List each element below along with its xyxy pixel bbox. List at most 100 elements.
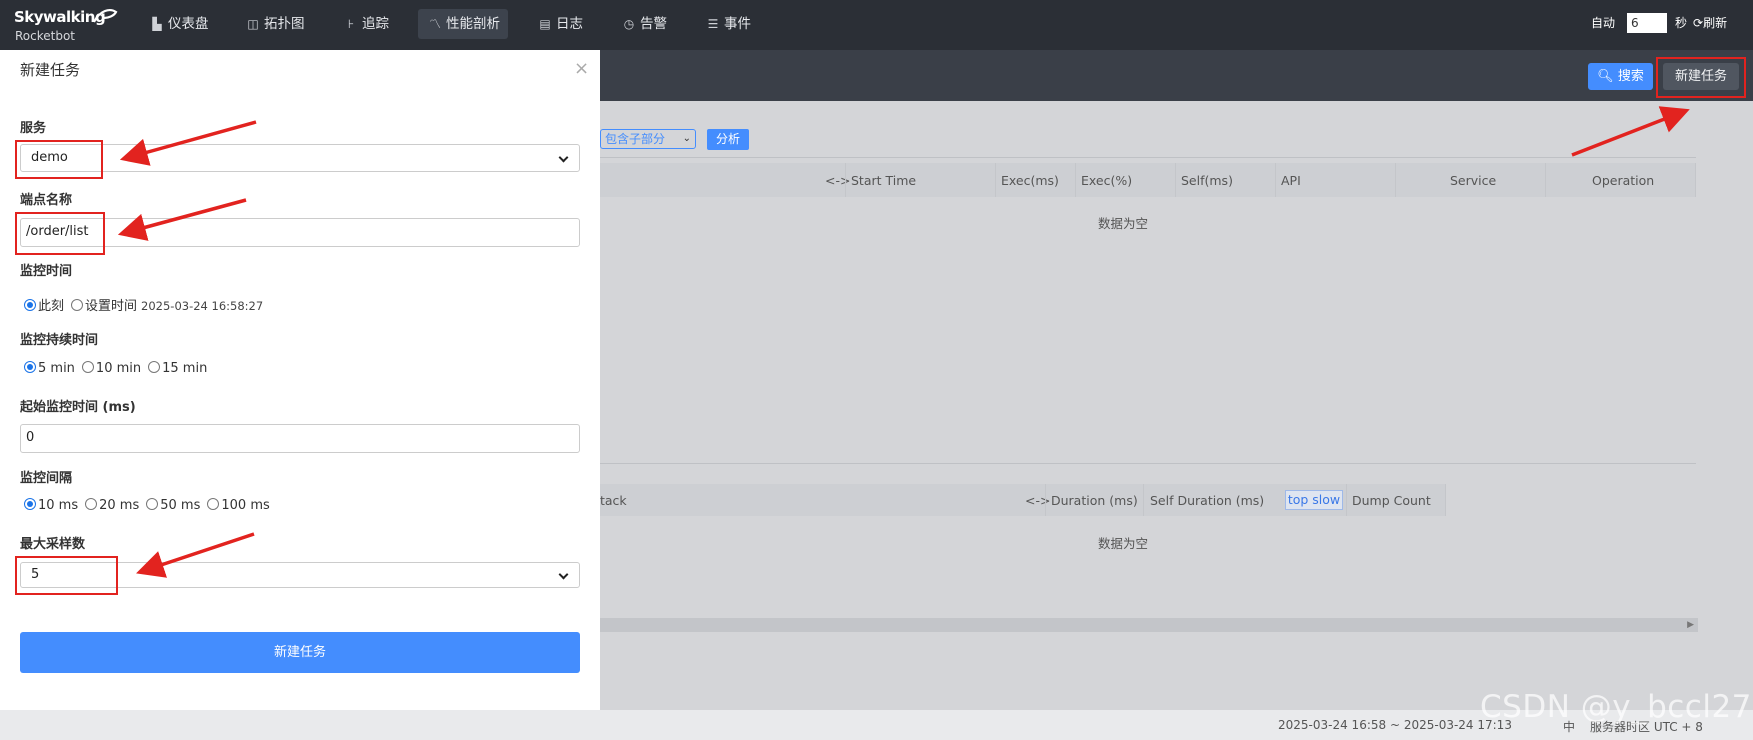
interval-option-20[interactable]: 20 ms (85, 498, 139, 513)
radio-icon[interactable] (71, 299, 84, 311)
close-icon[interactable]: × (574, 58, 589, 79)
monitor-time-radio-group: 此刻 设置时间 2025-03-24 16:58:27 (24, 295, 270, 314)
radio-icon[interactable] (148, 361, 161, 373)
start-time-input[interactable]: 0 (20, 424, 580, 453)
horizontal-scrollbar[interactable]: ▶ (598, 618, 1698, 632)
radio-icon[interactable] (146, 498, 159, 510)
interval-option-10[interactable]: 10 ms (24, 498, 78, 513)
nav-item-alarm[interactable]: ◷ 告警 (612, 9, 677, 39)
search-button[interactable]: 🔍︎ 搜索 (1588, 63, 1653, 90)
duration-option-15[interactable]: 15 min (148, 361, 207, 376)
annotation-box-max-sample (15, 556, 118, 595)
radio-label: 此刻 (38, 299, 65, 314)
column-start-time: Start Time (851, 173, 917, 188)
monitor-time-now-option[interactable]: 此刻 (24, 295, 64, 314)
monitor-time-label: 监控时间 (20, 264, 73, 279)
duration-option-5[interactable]: 5 min (24, 361, 75, 376)
radio-icon[interactable] (81, 361, 94, 373)
dashboard-icon: ▙ (152, 17, 162, 31)
column-separator (1175, 163, 1176, 197)
logo[interactable]: Skywalking Rocketbot (14, 8, 118, 44)
column-separator (1445, 484, 1446, 516)
segment-empty-text: 数据为空 (1098, 216, 1149, 231)
service-select[interactable]: demo (20, 144, 580, 172)
radio-label: 50 ms (160, 498, 201, 513)
column-operation: Operation (1592, 173, 1655, 188)
column-separator (1695, 163, 1696, 197)
refresh-icon: ⟳ (1693, 16, 1704, 30)
column-separator (1545, 163, 1546, 197)
nav-item-label: 拓扑图 (264, 16, 305, 32)
radio-icon[interactable] (85, 498, 98, 510)
seconds-label: 秒 (1675, 16, 1688, 30)
column-self-duration: Self Duration (ms) (1150, 493, 1265, 508)
radio-icon[interactable] (207, 498, 220, 510)
log-icon: ▤ (539, 17, 551, 31)
nav-item-dashboard[interactable]: ▙ 仪表盘 (140, 9, 219, 39)
refresh-button[interactable]: ⟳刷新 (1693, 14, 1727, 31)
column-api: API (1281, 173, 1301, 188)
auto-refresh-interval-input[interactable]: 6 (1627, 13, 1667, 33)
column-self-ms: Self(ms) (1181, 173, 1233, 188)
monitor-time-custom-option[interactable]: 设置时间 2025-03-24 16:58:27 (71, 295, 263, 314)
max-sample-label: 最大采样数 (20, 537, 86, 552)
column-separator (1395, 163, 1396, 197)
nav-item-label: 日志 (556, 16, 583, 32)
radio-label: 设置时间 (85, 299, 138, 314)
column-dump-count: Dump Count (1352, 493, 1431, 508)
top-slow-toggle[interactable]: top slow (1285, 490, 1343, 510)
nav-item-log[interactable]: ▤ 日志 (528, 9, 593, 39)
duration-label: 监控持续时间 (20, 333, 99, 348)
interval-option-50[interactable]: 50 ms (146, 498, 200, 513)
search-icon: 🔍︎ (1597, 69, 1614, 84)
nav-item-label: 性能剖析 (446, 16, 500, 32)
duration-radio-group: 5 min 10 min 15 min (24, 361, 214, 376)
start-time-label: 起始监控时间 (ms) (20, 400, 136, 415)
column-separator (1346, 484, 1347, 516)
radio-label: 5 min (38, 361, 75, 376)
column-separator (1075, 163, 1076, 197)
event-icon: ☰ (707, 17, 719, 31)
divider (598, 157, 1696, 158)
time-range[interactable]: 2025-03-24 16:58 ~ 2025-03-24 17:13 (1278, 718, 1512, 732)
trace-icon: ⊦ (347, 17, 355, 31)
nav-item-topology[interactable]: ◫ 拓扑图 (236, 9, 315, 39)
radio-checked-icon[interactable] (24, 299, 36, 311)
interval-option-100[interactable]: 100 ms (207, 498, 270, 513)
column-separator (1275, 163, 1276, 197)
submit-new-task-button[interactable]: 新建任务 (20, 632, 580, 673)
column-separator (995, 163, 996, 197)
nav-item-trace[interactable]: ⊦ 追踪 (334, 9, 399, 39)
column-separator (1143, 484, 1144, 516)
modal-title: 新建任务 (20, 61, 81, 79)
expand-toggle[interactable]: <-> (1025, 493, 1050, 508)
column-separator (1045, 484, 1046, 516)
logo-swirl-icon (93, 9, 118, 23)
radio-label: 10 ms (38, 498, 79, 513)
column-duration: Duration (ms) (1051, 493, 1138, 508)
column-stack: tack (600, 493, 627, 508)
column-service: Service (1450, 173, 1497, 188)
topology-icon: ◫ (247, 17, 259, 31)
annotation-box-endpoint (15, 212, 105, 255)
monitor-time-value[interactable]: 2025-03-24 16:58:27 (141, 299, 263, 313)
nav-item-profile[interactable]: 〽性能剖析 (418, 9, 508, 39)
expand-toggle[interactable]: <-> (825, 173, 850, 188)
interval-label: 监控间隔 (20, 471, 73, 486)
duration-option-10[interactable]: 10 min (81, 361, 141, 376)
radio-label: 20 ms (99, 498, 140, 513)
analyze-button[interactable]: 分析 (707, 129, 749, 150)
radio-checked-icon[interactable] (24, 361, 36, 373)
annotation-box-new-task (1656, 57, 1746, 98)
interval-radio-group: 10 ms 20 ms 50 ms 100 ms (24, 498, 277, 513)
chevron-down-icon (558, 152, 569, 163)
nav-item-label: 仪表盘 (168, 16, 209, 32)
watermark: CSDN @y_bccl27 (1480, 689, 1752, 725)
auto-refresh-label: 自动 (1591, 16, 1616, 30)
scroll-right-icon[interactable]: ▶ (1687, 618, 1694, 632)
top-nav: Skywalking Rocketbot ▙ 仪表盘 ◫ 拓扑图 ⊦ 追踪 〽性能剖析… (0, 0, 1753, 50)
panel-divider[interactable] (598, 463, 1696, 464)
scope-select[interactable]: 包含子部分 ⌄ (600, 129, 696, 149)
nav-item-event[interactable]: ☰ 事件 (696, 9, 761, 39)
radio-checked-icon[interactable] (24, 498, 36, 510)
